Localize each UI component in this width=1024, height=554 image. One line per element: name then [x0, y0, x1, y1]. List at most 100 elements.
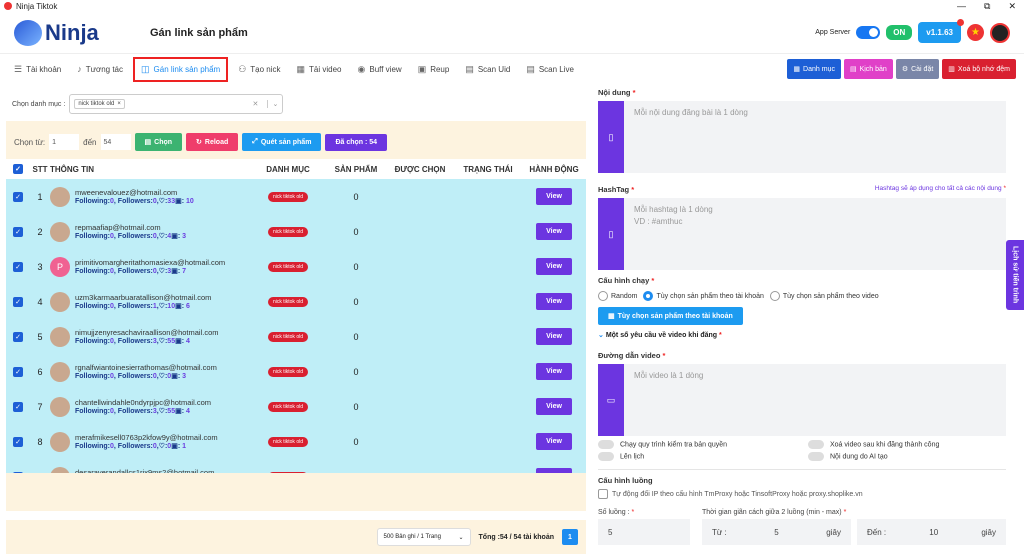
tab-reup[interactable]: ▣ Reup [412, 59, 456, 80]
interval-to-input[interactable]: Đến :10 giây [857, 519, 1006, 545]
category-badge: nick tiktok old [267, 191, 308, 202]
scan-products-button[interactable]: ⤢ Quét sản phẩm [242, 133, 322, 151]
account-email: desaraverandallcs1rjx9ms2@hotmail.com [75, 468, 215, 473]
view-button[interactable]: View [536, 468, 572, 473]
script-icon: ▤ [849, 66, 857, 73]
row-checkbox[interactable]: ✓ [13, 261, 23, 272]
schedule-toggle[interactable]: Lên lịch [598, 452, 808, 461]
view-button[interactable]: View [536, 188, 572, 205]
interval-label: Thời gian giãn cách giữa 2 luồng (min - … [702, 509, 842, 516]
row-stt: 6 [37, 366, 43, 377]
view-button[interactable]: View [536, 363, 572, 380]
page-title: Gán link sản phẩm [150, 26, 248, 39]
row-checkbox[interactable]: ✓ [13, 226, 23, 237]
per-page-select[interactable]: 500 Bản ghi / 1 Trang ⌄ [376, 528, 471, 546]
radio-random[interactable]: Random [598, 291, 637, 301]
select-all-checkbox[interactable]: ✓ [13, 164, 23, 174]
tab-gan-link-san-pham[interactable]: ◫ Gán link sản phẩm [133, 56, 229, 82]
heart-icon: ♡ [158, 373, 165, 380]
app-icon [4, 2, 12, 10]
row-checkbox[interactable]: ✓ [13, 191, 23, 202]
kich-ban-button[interactable]: ▤ Kịch bản [843, 59, 893, 79]
accounts-table: ✓ STT THÔNG TIN DANH MỤC SẢN PHẨM ĐƯỢC C… [6, 159, 586, 473]
account-email: primitivomargheritathomasiexa@hotmail.co… [75, 258, 226, 267]
account-product-button[interactable]: ▦ Tùy chọn sản phẩm theo tài khoản [598, 307, 743, 325]
radio-by-account[interactable]: Tùy chọn sản phẩm theo tài khoản [643, 291, 764, 301]
product-count: 0 [353, 261, 359, 272]
ninja-logo: Ninja [14, 19, 144, 46]
tab-scan-live[interactable]: ▤ Scan Live [520, 59, 580, 80]
row-checkbox[interactable]: ✓ [13, 331, 23, 342]
view-button[interactable]: View [536, 258, 572, 275]
clear-icon[interactable]: ✕ [252, 100, 258, 108]
row-checkbox[interactable]: ✓ [13, 471, 23, 473]
video-icon: ▣ [175, 408, 182, 415]
account-stats: Following:0, Followers:0,♡:33▣: 10 [75, 198, 194, 205]
folder-icon[interactable]: ▭ [598, 364, 624, 436]
clear-cache-button[interactable]: ▥ Xoá bộ nhớ đệm [942, 59, 1016, 79]
file-icon[interactable]: ▯ [598, 101, 624, 173]
view-button[interactable]: View [536, 398, 572, 415]
threads-input[interactable]: 5 [598, 519, 690, 545]
tab-tai-khoan[interactable]: ☰ Tài khoản [8, 59, 67, 80]
process-history-tab[interactable]: Lịch sử tiến trình [1006, 240, 1024, 310]
radio-by-video[interactable]: Tùy chọn sản phẩm theo video [769, 291, 879, 301]
cai-dat-button[interactable]: ⚙ Cài đặt [895, 59, 940, 79]
view-button[interactable]: View [536, 433, 572, 450]
row-checkbox[interactable]: ✓ [13, 296, 23, 307]
run-config-label: Cấu hình chạy [598, 276, 650, 285]
choose-button[interactable]: ▤ Chọn [134, 133, 183, 151]
ai-content-toggle[interactable]: Nội dung do AI tạo [808, 452, 939, 461]
tab-scan-uid[interactable]: ▤ Scan Uid [459, 59, 516, 80]
heart-icon: ♡ [158, 268, 165, 275]
hashtag-textarea[interactable]: ▯ Mỗi hashtag là 1 dòng VD : #amthuc [598, 198, 1006, 270]
close-icon[interactable]: ✕ [1008, 1, 1016, 12]
interval-from-input[interactable]: Từ :5 giây [702, 519, 851, 545]
trash-icon: ▥ [948, 66, 955, 73]
tab-tai-video[interactable]: ▦ Tải video [291, 59, 348, 80]
row-checkbox[interactable]: ✓ [13, 436, 23, 447]
selected-count-button[interactable]: Đã chọn : 54 [325, 133, 388, 151]
star-icon[interactable]: ★ [967, 24, 984, 41]
ip-change-checkbox[interactable]: Tự động đổi IP theo cấu hình TmProxy hoặ… [598, 489, 1006, 499]
app-header: Ninja Gán link sản phẩm App Server ON v1… [0, 12, 1024, 54]
view-button[interactable]: View [536, 293, 572, 310]
video-icon: ▣ [171, 233, 178, 240]
row-checkbox[interactable]: ✓ [13, 401, 23, 412]
tab-tuong-tac[interactable]: ♪ Tương tác [71, 59, 129, 79]
table-row: ✓ 8 merafmikesell0763p2kfow9y@hotmail.co… [6, 424, 586, 459]
chevron-down-icon[interactable]: ⌄ [267, 100, 278, 108]
to-input[interactable]: 54 [100, 134, 131, 150]
view-button[interactable]: View [536, 328, 572, 345]
video-icon: ▣ [171, 268, 178, 275]
content-textarea[interactable]: ▯ Mỗi nội dung đăng bài là 1 dòng [598, 101, 1006, 173]
tab-buff-view[interactable]: ◉ Buff view [352, 59, 408, 80]
video-path-textarea[interactable]: ▭ Mỗi video là 1 dòng [598, 364, 1006, 436]
account-stats: Following:0, Followers:0,♡:0▣: 3 [75, 373, 187, 380]
account-email: merafmikesell0763p2kfow9y@hotmail.com [75, 433, 218, 442]
chip-close-icon[interactable]: × [117, 101, 121, 107]
version-button[interactable]: v1.1.63 [918, 19, 964, 43]
view-button[interactable]: View [536, 223, 572, 240]
from-input[interactable]: 1 [49, 134, 80, 150]
app-server-toggle[interactable] [856, 26, 881, 39]
hashtag-label: HashTag [598, 185, 630, 194]
category-chip[interactable]: nick tiktok old × [74, 99, 125, 109]
row-checkbox[interactable]: ✓ [13, 366, 23, 377]
minimize-icon[interactable]: — [957, 1, 966, 12]
tab-tao-nick[interactable]: ⚇ Tạo nick [232, 59, 286, 80]
page-1-button[interactable]: 1 [562, 529, 578, 545]
table-row: ✓ 5 nimujjzenyresachaviraallison@hotmail… [6, 319, 586, 354]
category-select[interactable]: nick tiktok old × ✕ ⌄ [69, 94, 284, 114]
maximize-icon[interactable]: ⧉ [984, 1, 990, 12]
danh-muc-button[interactable]: ▦ Danh mục [787, 59, 841, 79]
copyright-check-toggle[interactable]: Chạy quy trình kiểm tra bản quyền [598, 440, 808, 449]
category-badge: nick tiktok old [267, 401, 308, 412]
delete-after-post-toggle[interactable]: Xoá video sau khi đăng thành công [808, 440, 939, 449]
user-avatar[interactable] [990, 22, 1010, 43]
video-requirements-toggle[interactable]: ⌄ Một số yêu cầu về video khi đăng * [598, 331, 1006, 339]
reload-button[interactable]: ↻ Reload [186, 133, 239, 151]
file-icon[interactable]: ▯ [598, 198, 624, 270]
gear-icon: ⚙ [901, 66, 909, 73]
account-stats: Following:0, Followers:1,♡:10▣: 6 [75, 303, 190, 310]
